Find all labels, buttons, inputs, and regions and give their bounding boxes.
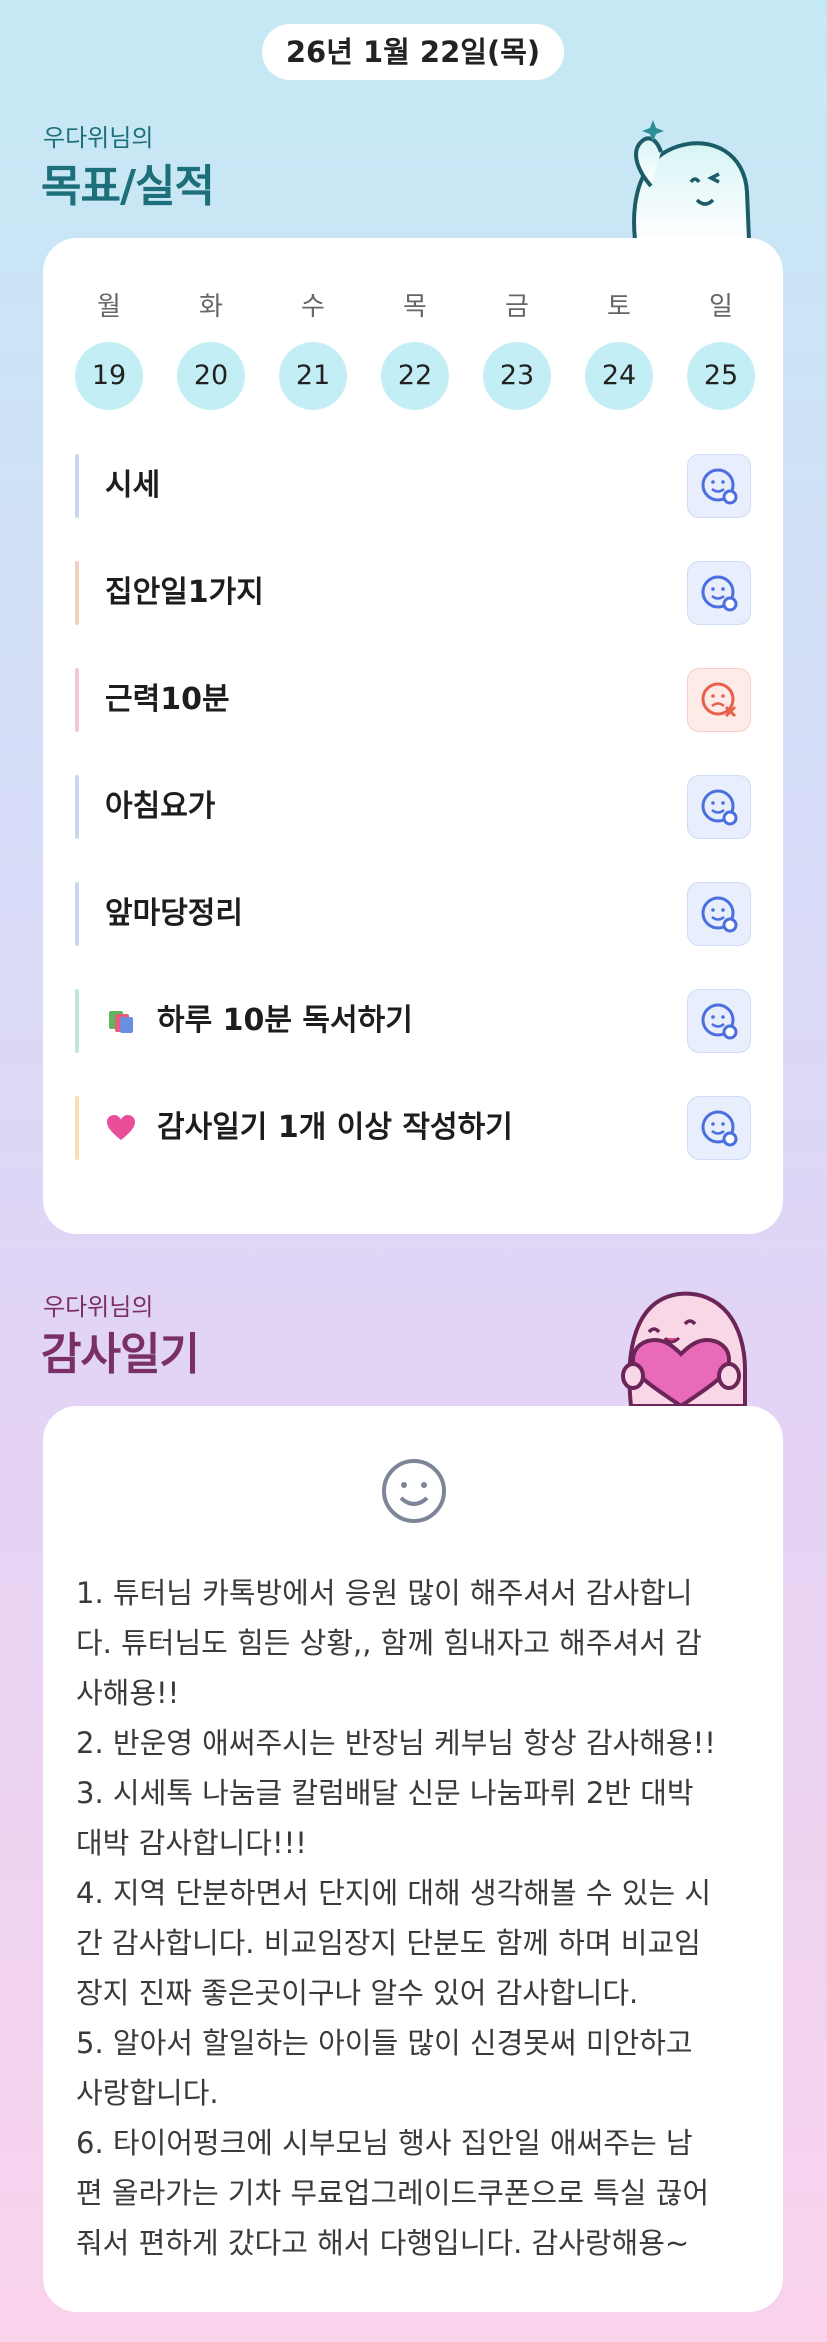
goal-row: 아침요가 xyxy=(75,771,751,843)
goal-accent-bar xyxy=(75,989,79,1053)
weekday-labels: 월 화 수 목 금 토 일 xyxy=(75,286,755,323)
smile-check-icon xyxy=(701,896,738,933)
books-icon xyxy=(109,1011,133,1033)
goal-status-button[interactable] xyxy=(687,989,751,1053)
goal-row: 근력10분 xyxy=(75,664,751,736)
goal-accent-bar xyxy=(75,561,79,625)
goal-status-button[interactable] xyxy=(687,668,751,732)
weekday-label: 수 xyxy=(301,292,325,322)
frown-x-icon xyxy=(701,682,737,718)
pink-ghost-heart-mascot-icon xyxy=(621,1291,747,1406)
goal-row: 시세 xyxy=(75,450,751,522)
date-button[interactable]: 25 xyxy=(687,342,755,410)
goals-subtitle: 우다위님의 xyxy=(43,124,154,152)
goal-status-button[interactable] xyxy=(687,1096,751,1160)
goal-row: 집안일1가지 xyxy=(75,557,751,629)
goal-status-button[interactable] xyxy=(687,454,751,518)
weekday-label: 목 xyxy=(403,292,427,322)
date-button[interactable]: 24 xyxy=(585,342,653,410)
date-button[interactable]: 22 xyxy=(381,342,449,410)
smile-check-icon xyxy=(701,789,738,826)
smile-check-icon xyxy=(701,575,738,612)
date-pill: 26년 1월 22일(목) xyxy=(262,24,564,80)
smile-check-icon xyxy=(701,468,738,505)
goal-label: 집안일1가지 xyxy=(105,575,264,610)
diary-entry-text: 1. 튜터님 카톡방에서 응원 많이 해주셔서 감사합니 다. 튜터님도 힘든 … xyxy=(76,1576,716,2260)
diary-card: 1. 튜터님 카톡방에서 응원 많이 해주셔서 감사합니 다. 튜터님도 힘든 … xyxy=(43,1406,783,2312)
ghost-mascot-icon xyxy=(632,120,752,240)
goal-label: 감사일기 1개 이상 작성하기 xyxy=(157,1110,513,1145)
goal-status-button[interactable] xyxy=(687,561,751,625)
smile-icon xyxy=(382,1459,446,1523)
goal-status-button[interactable] xyxy=(687,882,751,946)
goal-row: 앞마당정리 xyxy=(75,878,751,950)
week-dates: 19 20 21 22 23 24 25 xyxy=(75,342,755,410)
weekday-label: 일 xyxy=(709,292,733,322)
goal-accent-bar xyxy=(75,454,79,518)
goal-label: 하루 10분 독서하기 xyxy=(157,1003,413,1038)
diary-subtitle: 우다위님의 xyxy=(43,1293,154,1321)
goal-accent-bar xyxy=(75,668,79,732)
goal-row: 감사일기 1개 이상 작성하기 xyxy=(75,1092,751,1164)
date-button[interactable]: 21 xyxy=(279,342,347,410)
weekday-label: 화 xyxy=(199,292,223,322)
smile-check-icon xyxy=(701,1110,738,1147)
date-button[interactable]: 20 xyxy=(177,342,245,410)
date-button[interactable]: 19 xyxy=(75,342,143,410)
goal-row: 하루 10분 독서하기 xyxy=(75,985,751,1057)
date-button[interactable]: 23 xyxy=(483,342,551,410)
goal-status-button[interactable] xyxy=(687,775,751,839)
goal-accent-bar xyxy=(75,1096,79,1160)
weekday-label: 월 xyxy=(97,292,121,322)
goal-label: 아침요가 xyxy=(105,789,216,824)
weekday-label: 금 xyxy=(505,292,529,322)
weekday-label: 토 xyxy=(607,292,631,322)
goal-label: 앞마당정리 xyxy=(105,896,243,931)
goals-card: 월 화 수 목 금 토 일 19 20 21 22 23 24 25 시세 집안… xyxy=(43,238,783,1234)
heart-icon xyxy=(107,1115,135,1140)
goal-label: 근력10분 xyxy=(105,682,230,717)
diary-title: 감사일기 xyxy=(41,1329,200,1380)
goal-accent-bar xyxy=(75,882,79,946)
goal-accent-bar xyxy=(75,775,79,839)
goals-title: 목표/실적 xyxy=(41,161,215,212)
goal-label: 시세 xyxy=(105,468,161,503)
smile-check-icon xyxy=(701,1003,738,1040)
